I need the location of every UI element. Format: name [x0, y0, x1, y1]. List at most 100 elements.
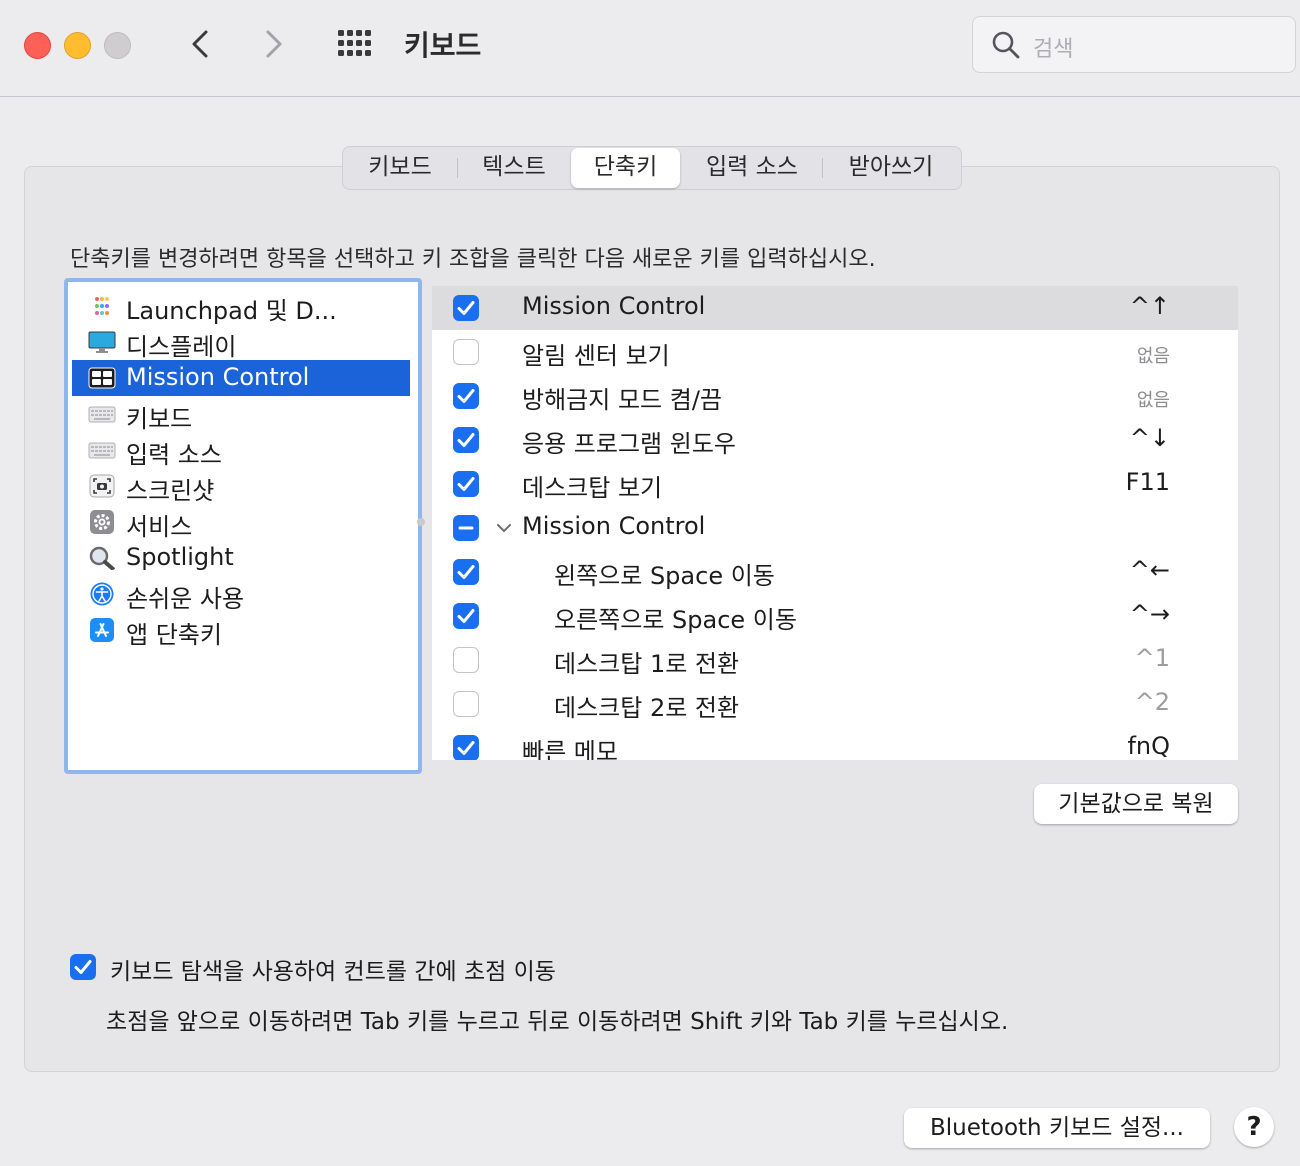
bluetooth-keyboard-setup-button[interactable]: Bluetooth 키보드 설정... — [904, 1108, 1210, 1148]
restore-defaults-button[interactable]: 기본값으로 복원 — [1034, 784, 1238, 824]
category-label: 키보드 — [126, 405, 193, 433]
checkmark-icon — [457, 433, 475, 447]
category-list[interactable]: Launchpad 및 D... 디스플레이 Mission Control 키… — [64, 278, 422, 774]
title-bar: 키보드 검색 — [0, 0, 1300, 97]
mission-control-icon — [88, 367, 116, 389]
shortcut-label: Mission Control — [522, 292, 706, 320]
category-label: 디스플레이 — [126, 333, 237, 361]
shortcut-checkbox[interactable] — [453, 295, 479, 321]
shortcut-key[interactable]: F11 — [1126, 468, 1170, 496]
split-view-divider-handle[interactable] — [417, 518, 425, 526]
shortcut-key[interactable]: ^← — [1130, 556, 1170, 584]
checkmark-icon — [457, 609, 475, 623]
category-label: Launchpad 및 D... — [126, 297, 337, 325]
category-label: Mission Control — [126, 363, 310, 391]
checkmark-icon — [457, 389, 475, 403]
close-window-button[interactable] — [24, 32, 51, 59]
checkmark-icon — [74, 960, 92, 974]
shortcut-row[interactable]: 응용 프로그램 윈도우 ^↓ — [432, 418, 1238, 462]
category-label: 서비스 — [126, 513, 193, 541]
tab-bar: 키보드 텍스트 단축키 입력 소스 받아쓰기 — [342, 146, 962, 190]
shortcut-checkbox[interactable] — [453, 647, 479, 673]
shortcut-key[interactable]: ^2 — [1135, 688, 1170, 716]
accessibility-icon — [90, 582, 114, 606]
checkmark-icon — [457, 565, 475, 579]
tab-dictation[interactable]: 받아쓰기 — [823, 147, 959, 189]
category-mission-control[interactable]: Mission Control — [72, 360, 410, 396]
shortcut-key[interactable]: ^1 — [1135, 644, 1170, 672]
search-field[interactable]: 검색 — [972, 16, 1296, 73]
shortcut-checkbox[interactable] — [453, 691, 479, 717]
category-screenshot[interactable]: 스크린샷 — [72, 468, 410, 505]
window-title: 키보드 — [404, 29, 482, 62]
minimize-window-button[interactable] — [64, 32, 91, 59]
shortcut-checkbox[interactable] — [453, 735, 479, 760]
shortcut-checkbox[interactable] — [453, 427, 479, 453]
category-launchpad[interactable]: Launchpad 및 D... — [72, 288, 410, 325]
shortcut-key[interactable]: ^↑ — [1130, 292, 1170, 320]
shortcut-key[interactable]: ^→ — [1130, 600, 1170, 628]
shortcut-label: Mission Control — [522, 512, 706, 540]
search-placeholder: 검색 — [1033, 37, 1074, 62]
shortcut-checkbox[interactable] — [453, 383, 479, 409]
minus-icon — [458, 526, 474, 530]
category-display[interactable]: 디스플레이 — [72, 324, 410, 361]
shortcut-checkbox[interactable] — [453, 471, 479, 497]
tab-shortcuts[interactable]: 단축키 — [571, 148, 680, 188]
shortcut-label: 응용 프로그램 윈도우 — [522, 430, 736, 458]
shortcut-group-checkbox[interactable] — [453, 515, 479, 541]
tab-input-sources[interactable]: 입력 소스 — [683, 147, 821, 189]
shortcut-row[interactable]: 데스크탑 1로 전환 ^1 — [432, 638, 1238, 682]
shortcut-label: 빠른 메모 — [522, 738, 618, 760]
input-source-icon — [88, 442, 116, 459]
shortcut-row[interactable]: 알림 센터 보기 없음 — [432, 330, 1238, 374]
checkmark-icon — [457, 301, 475, 315]
shortcut-row[interactable]: 데스크탑 2로 전환 ^2 — [432, 682, 1238, 726]
category-input-sources[interactable]: 입력 소스 — [72, 432, 410, 469]
shortcut-row[interactable]: Mission Control ^↑ — [432, 286, 1238, 330]
help-button[interactable]: ? — [1234, 1107, 1274, 1147]
display-icon — [88, 331, 116, 353]
keyboard-navigation-label[interactable]: 키보드 탐색을 사용하여 컨트롤 간에 초점 이동 — [110, 952, 556, 986]
category-keyboard[interactable]: 키보드 — [72, 396, 410, 433]
tab-text[interactable]: 텍스트 — [458, 147, 570, 189]
shortcut-group-row[interactable]: Mission Control — [432, 506, 1238, 550]
zoom-window-button[interactable] — [104, 32, 131, 59]
shortcut-row[interactable]: 데스크탑 보기 F11 — [432, 462, 1238, 506]
category-label: 스크린샷 — [126, 477, 215, 505]
shortcut-label: 데스크탑 보기 — [522, 474, 663, 502]
shortcut-key[interactable]: 없음 — [1137, 342, 1170, 368]
shortcut-row[interactable]: 빠른 메모 fnQ — [432, 726, 1238, 760]
shortcut-label: 오른쪽으로 Space 이동 — [554, 606, 797, 634]
shortcut-key[interactable]: 없음 — [1137, 386, 1170, 412]
search-icon — [992, 31, 1020, 59]
shortcut-checkbox[interactable] — [453, 339, 479, 365]
shortcut-checkbox[interactable] — [453, 559, 479, 585]
shortcut-label: 알림 센터 보기 — [522, 342, 670, 370]
checkmark-icon — [457, 741, 475, 755]
category-label: 손쉬운 사용 — [126, 585, 245, 613]
shortcut-row[interactable]: 왼쪽으로 Space 이동 ^← — [432, 550, 1238, 594]
category-label: Spotlight — [126, 543, 234, 571]
checkmark-icon — [457, 477, 475, 491]
category-spotlight[interactable]: Spotlight — [72, 540, 410, 576]
keyboard-icon — [88, 406, 116, 423]
forward-chevron-icon[interactable] — [258, 26, 292, 62]
shortcut-row[interactable]: 오른쪽으로 Space 이동 ^→ — [432, 594, 1238, 638]
category-services[interactable]: 서비스 — [72, 504, 410, 541]
tab-keyboard[interactable]: 키보드 — [343, 147, 457, 189]
category-label: 앱 단축키 — [126, 621, 222, 649]
category-label: 입력 소스 — [126, 441, 222, 469]
shortcut-row[interactable]: 방해금지 모드 켬/끔 없음 — [432, 374, 1238, 418]
shortcut-checkbox[interactable] — [453, 603, 479, 629]
shortcut-label: 왼쪽으로 Space 이동 — [554, 562, 775, 590]
show-all-grid-icon[interactable] — [336, 28, 374, 58]
shortcut-table: Mission Control ^↑ 알림 센터 보기 없음 방해금지 모드 켬… — [432, 286, 1238, 760]
back-chevron-icon[interactable] — [184, 26, 218, 62]
category-accessibility[interactable]: 손쉬운 사용 — [72, 576, 410, 613]
keyboard-navigation-checkbox[interactable] — [70, 954, 96, 980]
shortcut-key[interactable]: fnQ — [1127, 732, 1170, 760]
disclosure-chevron-down-icon[interactable] — [494, 518, 514, 538]
shortcut-key[interactable]: ^↓ — [1130, 424, 1170, 452]
category-app-shortcuts[interactable]: 앱 단축키 — [72, 612, 410, 649]
